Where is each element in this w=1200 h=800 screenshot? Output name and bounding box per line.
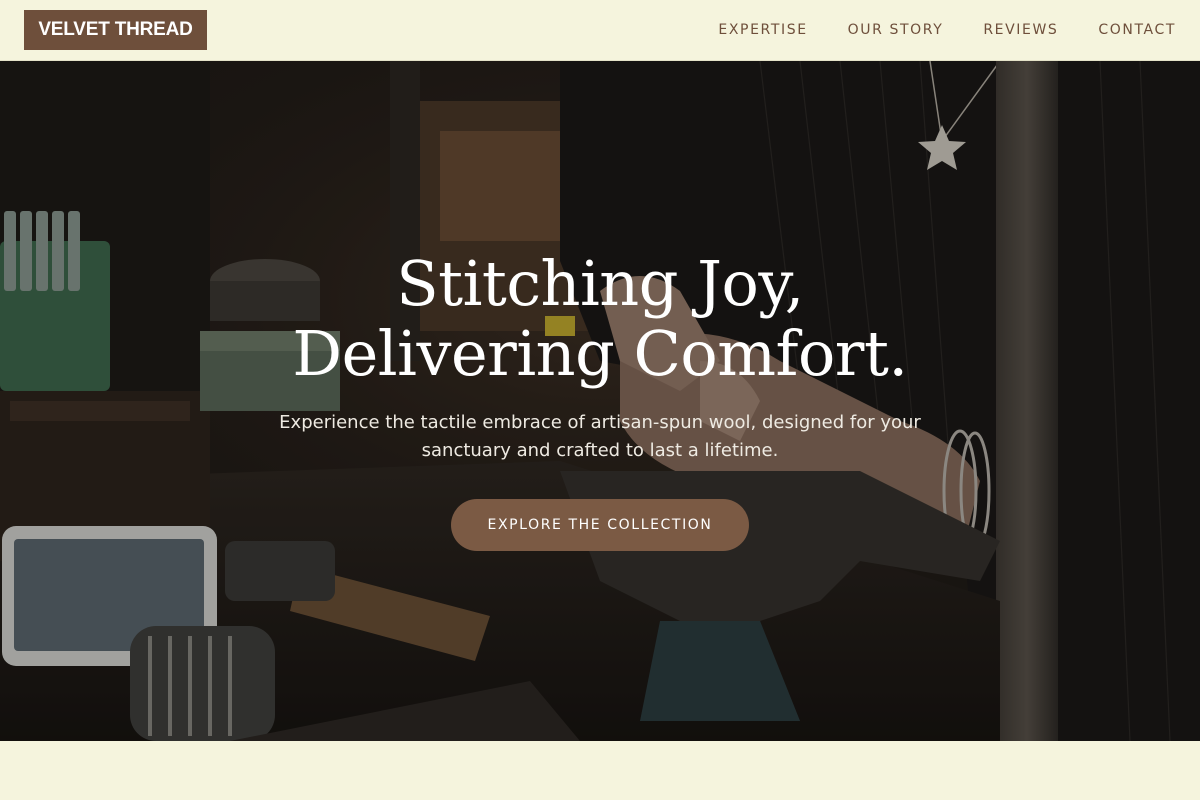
site-header: VELVET THREAD EXPERTISE OUR STORY REVIEW… — [0, 0, 1200, 61]
hero-title-line-2: Delivering Comfort. — [292, 317, 908, 390]
hero-subtitle: Experience the tactile embrace of artisa… — [279, 412, 921, 461]
nav-link-expertise[interactable]: EXPERTISE — [718, 22, 807, 38]
nav-link-reviews[interactable]: REVIEWS — [983, 22, 1058, 38]
nav-link-contact[interactable]: CONTACT — [1098, 22, 1176, 38]
brand-logo[interactable]: VELVET THREAD — [24, 10, 207, 50]
next-section — [0, 741, 1200, 800]
hero-title: Stitching Joy, Delivering Comfort. — [0, 249, 1200, 389]
explore-collection-button[interactable]: EXPLORE THE COLLECTION — [451, 499, 749, 551]
main-nav: EXPERTISE OUR STORY REVIEWS CONTACT — [718, 0, 1176, 60]
hero-title-line-1: Stitching Joy, — [396, 247, 804, 320]
nav-link-our-story[interactable]: OUR STORY — [848, 22, 944, 38]
hero-content: Stitching Joy, Delivering Comfort. Exper… — [0, 249, 1200, 551]
hero-section: Stitching Joy, Delivering Comfort. Exper… — [0, 61, 1200, 741]
